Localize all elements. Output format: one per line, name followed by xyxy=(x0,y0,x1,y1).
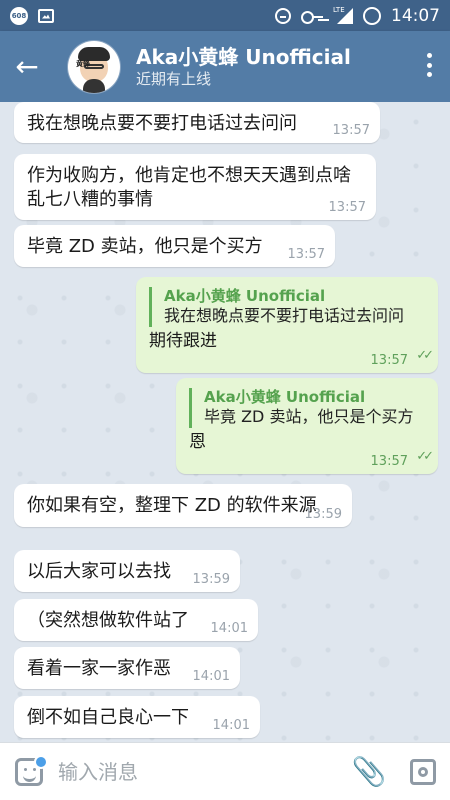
message-bubble-incoming[interactable]: 我在想晚点要不要打电话过去问问 13:57 xyxy=(14,102,380,143)
message-bubble-incoming[interactable]: 毕竟 ZD 卖站，他只是个买方 13:57 xyxy=(14,225,335,267)
chat-status: 近期有上线 xyxy=(136,69,212,88)
paperclip-icon: 📎 xyxy=(351,755,387,788)
chat-title: Aka小黄蜂 Unofficial xyxy=(136,44,351,69)
reply-quote[interactable]: Aka小黄蜂 Unofficial 毕竟 ZD 卖站，他只是个买方 xyxy=(189,388,424,428)
back-button[interactable]: ← xyxy=(0,31,54,102)
message-time: 13:59 xyxy=(192,572,230,587)
telegram-chat-screen: 608 LTE 14:07 ← 黄蜂 Aka小黄蜂 Unofficial 近期有… xyxy=(0,0,450,800)
message-bubble-incoming[interactable]: （突然想做软件站了 14:01 xyxy=(14,599,258,641)
signal-icon: LTE xyxy=(333,5,353,24)
status-left: 608 xyxy=(10,6,54,25)
camera-button[interactable] xyxy=(396,743,450,800)
message-bubble-incoming[interactable]: 以后大家可以去找 13:59 xyxy=(14,550,240,592)
message-list[interactable]: 我在想晚点要不要打电话过去问问 13:57 作为收购方，他肯定也不想天天遇到点啥… xyxy=(0,102,450,742)
message-time: 14:01 xyxy=(212,718,250,733)
message-time: 14:01 xyxy=(192,669,230,684)
message-time: 14:01 xyxy=(210,621,248,636)
more-vertical-icon xyxy=(426,53,432,58)
chat-title-area[interactable]: Aka小黄蜂 Unofficial 近期有上线 xyxy=(136,45,351,89)
more-vertical-icon xyxy=(426,62,432,68)
read-check-icon: ✓✓ xyxy=(416,348,434,363)
image-icon xyxy=(38,8,54,23)
status-right: LTE 14:07 xyxy=(275,6,440,26)
message-text: 作为收购方，他肯定也不想天天遇到点啥乱七八糟的事情 xyxy=(27,165,351,210)
message-time: 13:57 xyxy=(328,200,366,215)
message-composer: 📎 xyxy=(0,742,450,800)
avatar-label: 黄蜂 xyxy=(76,59,90,68)
message-time: 13:57 xyxy=(332,123,370,138)
reply-author: Aka小黄蜂 Unofficial xyxy=(164,287,326,305)
message-text: 期待跟进 xyxy=(149,331,217,351)
status-bar: 608 LTE 14:07 xyxy=(0,0,450,31)
message-bubble-outgoing[interactable]: Aka小黄蜂 Unofficial 毕竟 ZD 卖站，他只是个买方 恩 13:5… xyxy=(176,378,438,474)
message-text: 你如果有空，整理下 ZD 的软件来源 xyxy=(27,495,317,516)
lte-label: LTE xyxy=(333,5,345,14)
message-text: 我在想晚点要不要打电话过去问问 xyxy=(27,113,297,134)
message-text: 毕竟 ZD 卖站，他只是个买方 xyxy=(27,236,263,257)
message-time: 13:57 xyxy=(287,247,325,262)
notification-dot-icon xyxy=(34,754,48,769)
message-text: 恩 xyxy=(189,432,206,452)
reply-author: Aka小黄蜂 Unofficial xyxy=(204,388,366,406)
more-vertical-icon xyxy=(426,72,432,77)
arrow-left-icon: ← xyxy=(15,50,39,83)
camera-icon xyxy=(410,758,436,785)
reply-text: 我在想晚点要不要打电话过去问问 xyxy=(164,306,405,325)
vpn-key-icon xyxy=(301,8,323,24)
message-text: （突然想做软件站了 xyxy=(27,610,189,631)
avatar[interactable]: 黄蜂 xyxy=(68,40,120,93)
attach-button[interactable]: 📎 xyxy=(342,743,396,800)
message-bubble-incoming[interactable]: 看着一家一家作恶 14:01 xyxy=(14,647,240,689)
message-bubble-outgoing[interactable]: Aka小黄蜂 Unofficial 我在想晚点要不要打电话过去问问 期待跟进 1… xyxy=(136,277,438,373)
message-bubble-incoming[interactable]: 你如果有空，整理下 ZD 的软件来源 13:59 xyxy=(14,484,352,527)
read-check-icon: ✓✓ xyxy=(416,449,434,464)
message-time: 13:59 xyxy=(304,507,342,522)
message-bubble-incoming[interactable]: 作为收购方，他肯定也不想天天遇到点啥乱七八糟的事情 13:57 xyxy=(14,154,376,220)
do-not-disturb-icon xyxy=(275,7,291,24)
message-text: 以后大家可以去找 xyxy=(27,561,171,582)
message-text: 看着一家一家作恶 xyxy=(27,658,171,679)
message-input[interactable] xyxy=(58,751,342,792)
notification-badge: 608 xyxy=(10,6,28,25)
message-bubble-incoming[interactable]: 倒不如自己良心一下 14:01 xyxy=(14,696,260,738)
message-text: 倒不如自己良心一下 xyxy=(27,707,189,728)
avatar-shirt-icon xyxy=(83,78,105,93)
more-button[interactable] xyxy=(426,53,432,77)
reply-quote[interactable]: Aka小黄蜂 Unofficial 我在想晚点要不要打电话过去问问 xyxy=(149,287,424,327)
status-time: 14:07 xyxy=(391,5,440,26)
battery-icon xyxy=(363,6,381,25)
message-time: 13:57 xyxy=(370,454,408,469)
chat-header: ← 黄蜂 Aka小黄蜂 Unofficial 近期有上线 xyxy=(0,31,450,102)
reply-text: 毕竟 ZD 卖站，他只是个买方 xyxy=(204,407,414,426)
message-time: 13:57 xyxy=(370,353,408,368)
emoji-button[interactable] xyxy=(0,743,58,800)
